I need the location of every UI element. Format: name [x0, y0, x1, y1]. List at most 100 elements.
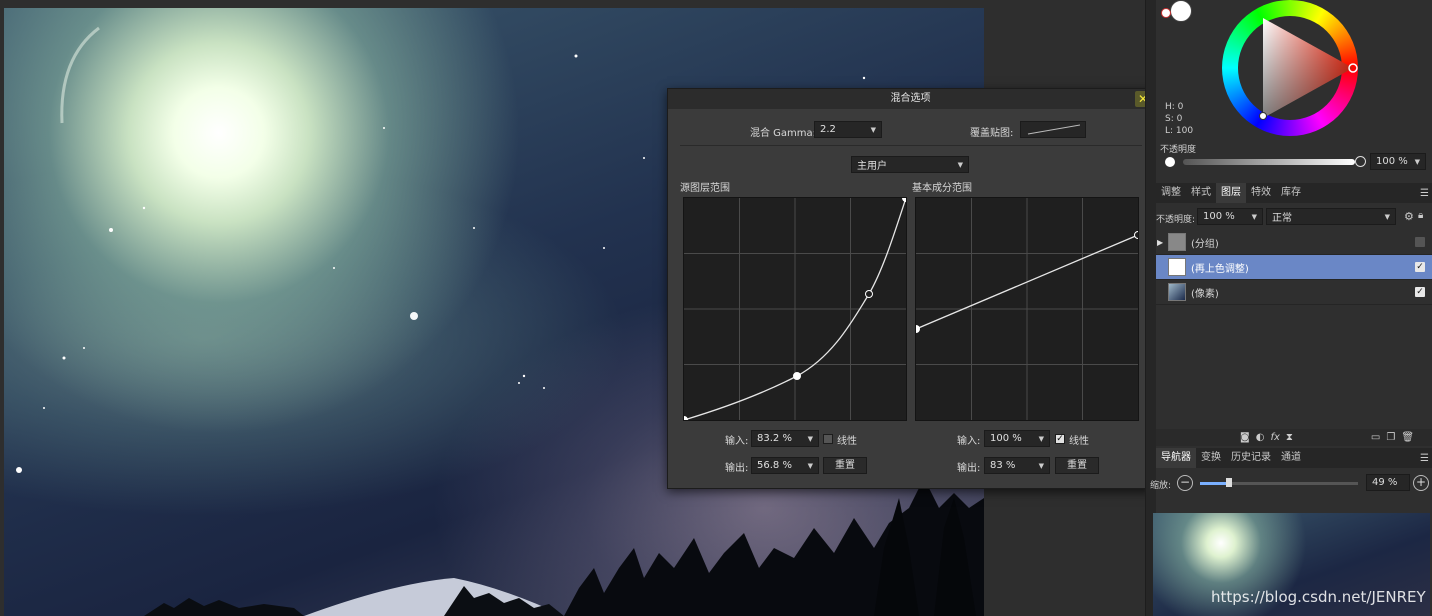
navigator-tab-4[interactable]: 通道: [1276, 448, 1306, 468]
curve-node-selected[interactable]: [865, 290, 873, 298]
pixel-thumbnail: [1168, 283, 1186, 301]
chevron-down-icon: ▼: [1038, 461, 1044, 470]
source-range-title: 源图层范围: [680, 183, 730, 194]
opacity-value-field[interactable]: 100 % ▼: [1370, 153, 1426, 170]
curve-node[interactable]: [912, 325, 920, 333]
curve-node-selected[interactable]: [1134, 231, 1142, 239]
underlying-range-title: 基本成分范围: [912, 183, 972, 194]
layer-name: (再上色调整): [1191, 263, 1249, 275]
watermark-text: https://blog.csdn.net/JENREY: [1211, 588, 1426, 606]
underlying-range-graph[interactable]: [912, 197, 1142, 421]
layer-row-pixel[interactable]: (像素) ✓: [1156, 280, 1432, 305]
zoom-out-icon[interactable]: −: [1177, 475, 1193, 491]
zoom-label: 缩放:: [1150, 481, 1172, 491]
source-range-graph[interactable]: [680, 194, 910, 424]
blend-options-dialog: 混合选项 ✕ 混合 Gamma: 2.2 ▼ 覆盖贴图: 主用户 ▼ 源图层范围…: [667, 88, 1154, 489]
zoom-value: 49 %: [1372, 477, 1398, 488]
layers-tab-4[interactable]: 特效: [1246, 183, 1276, 203]
zoom-slider-handle[interactable]: [1226, 478, 1232, 487]
gear-icon[interactable]: ⚙: [1404, 210, 1414, 223]
hue-readout: H: 0: [1165, 102, 1184, 112]
underlying-input-field[interactable]: 100 % ▼: [984, 430, 1050, 447]
navigator-tab-2[interactable]: 变换: [1196, 448, 1226, 468]
layer-opacity-dropdown[interactable]: 100 % ▼: [1197, 208, 1263, 225]
chevron-down-icon: ▼: [807, 461, 813, 470]
opacity-slider-handle[interactable]: [1355, 156, 1366, 167]
panel-menu-icon[interactable]: ☰: [1420, 453, 1429, 464]
overlay-map-button[interactable]: [1020, 121, 1086, 138]
right-panel: H: 0 S: 0 L: 100 不透明度 100 % ▼ 调整 样式 图层 特效 库存…: [1145, 0, 1432, 616]
layers-tab-2[interactable]: 样式: [1186, 183, 1216, 203]
zoom-value-field[interactable]: 49 %: [1366, 474, 1410, 491]
new-layer-icon[interactable]: ❐: [1386, 432, 1395, 443]
gamma-dropdown[interactable]: 2.2 ▼: [814, 121, 882, 138]
source-input-label: 输入:: [725, 436, 749, 447]
layers-bottom-toolbar: ◙ ◐ fx ⧗ ▭ ❐ 🗑︎: [1156, 429, 1432, 446]
navigator-panel-tabs: 导航器 变换 历史记录 通道 ☰: [1156, 448, 1432, 468]
dialog-title: 混合选项: [890, 93, 931, 104]
opacity-label: 不透明度: [1160, 145, 1197, 155]
gamma-label: 混合 Gamma:: [750, 128, 817, 139]
source-input-field[interactable]: 83.2 % ▼: [751, 430, 819, 447]
folder-thumbnail: [1168, 233, 1186, 251]
source-output-field[interactable]: 56.8 % ▼: [751, 457, 819, 474]
curve-node[interactable]: [793, 372, 801, 380]
overlay-label: 覆盖贴图:: [970, 128, 1014, 139]
color-triangle[interactable]: [1222, 0, 1358, 136]
source-linear-checkbox[interactable]: [823, 434, 833, 444]
zoom-slider[interactable]: [1200, 482, 1358, 485]
dialog-titlebar[interactable]: 混合选项 ✕: [668, 89, 1153, 109]
no-color-swatch[interactable]: [1161, 8, 1171, 18]
source-output-label: 输出:: [725, 463, 749, 474]
layer-visibility-checkbox[interactable]: ✓: [1415, 262, 1425, 272]
underlying-output-field[interactable]: 83 % ▼: [984, 457, 1050, 474]
primary-color-swatch[interactable]: [1170, 0, 1192, 22]
expand-arrow-icon[interactable]: ▶: [1157, 238, 1163, 247]
underlying-linear-checkbox[interactable]: ✓: [1055, 434, 1065, 444]
source-output-value: 56.8 %: [757, 460, 792, 471]
lock-icon[interactable]: 🔒︎: [1418, 210, 1423, 221]
chevron-down-icon: ▼: [1251, 212, 1257, 221]
chevron-down-icon: ▼: [807, 434, 813, 443]
layer-name: (分组): [1191, 238, 1219, 250]
zoom-in-icon[interactable]: +: [1413, 475, 1429, 491]
gamma-value: 2.2: [820, 124, 836, 135]
trash-icon[interactable]: 🗑︎: [1401, 432, 1414, 443]
layers-tab-5[interactable]: 库存: [1276, 183, 1306, 203]
hourglass-icon[interactable]: ⧗: [1286, 432, 1293, 443]
blend-mode-value: 正常: [1272, 213, 1292, 224]
opacity-slider[interactable]: [1183, 159, 1355, 165]
curve-node[interactable]: [902, 194, 910, 202]
underlying-input-value: 100 %: [990, 433, 1022, 444]
channel-dropdown[interactable]: 主用户 ▼: [851, 156, 969, 173]
layers-tab-3[interactable]: 图层: [1216, 183, 1246, 203]
underlying-curve[interactable]: [912, 198, 1142, 420]
layers-panel-tabs: 调整 样式 图层 特效 库存 ☰: [1156, 183, 1432, 203]
layer-row-group[interactable]: ▶ (分组): [1156, 230, 1432, 255]
source-curve[interactable]: [680, 194, 910, 424]
underlying-reset-button[interactable]: 重置: [1055, 457, 1099, 474]
panel-menu-icon[interactable]: ☰: [1420, 188, 1429, 199]
underlying-output-value: 83 %: [990, 460, 1016, 471]
source-reset-button[interactable]: 重置: [823, 457, 867, 474]
navigator-tab-1[interactable]: 导航器: [1156, 448, 1196, 468]
curve-node[interactable]: [680, 416, 688, 424]
chevron-down-icon: ▼: [870, 125, 876, 134]
underlying-output-label: 输出:: [957, 463, 981, 474]
fx-icon[interactable]: fx: [1270, 432, 1279, 443]
layer-row-recolor[interactable]: (再上色调整) ✓: [1156, 255, 1432, 280]
adjustment-icon[interactable]: ◐: [1256, 432, 1265, 443]
layer-opacity-value: 100 %: [1203, 211, 1235, 222]
layer-name: (像素): [1191, 288, 1219, 300]
curve-preview-icon: [1027, 124, 1080, 135]
layer-visibility-checkbox[interactable]: [1415, 237, 1425, 247]
underlying-linear-label: 线性: [1069, 436, 1089, 447]
lightness-readout: L: 100: [1165, 126, 1194, 136]
divider: [680, 145, 1142, 146]
navigator-tab-3[interactable]: 历史记录: [1226, 448, 1276, 468]
layers-tab-1[interactable]: 调整: [1156, 183, 1186, 203]
folder-icon[interactable]: ▭: [1371, 432, 1380, 443]
blend-mode-dropdown[interactable]: 正常 ▼: [1266, 208, 1396, 225]
layer-visibility-checkbox[interactable]: ✓: [1415, 287, 1425, 297]
mask-icon[interactable]: ◙: [1240, 432, 1250, 443]
